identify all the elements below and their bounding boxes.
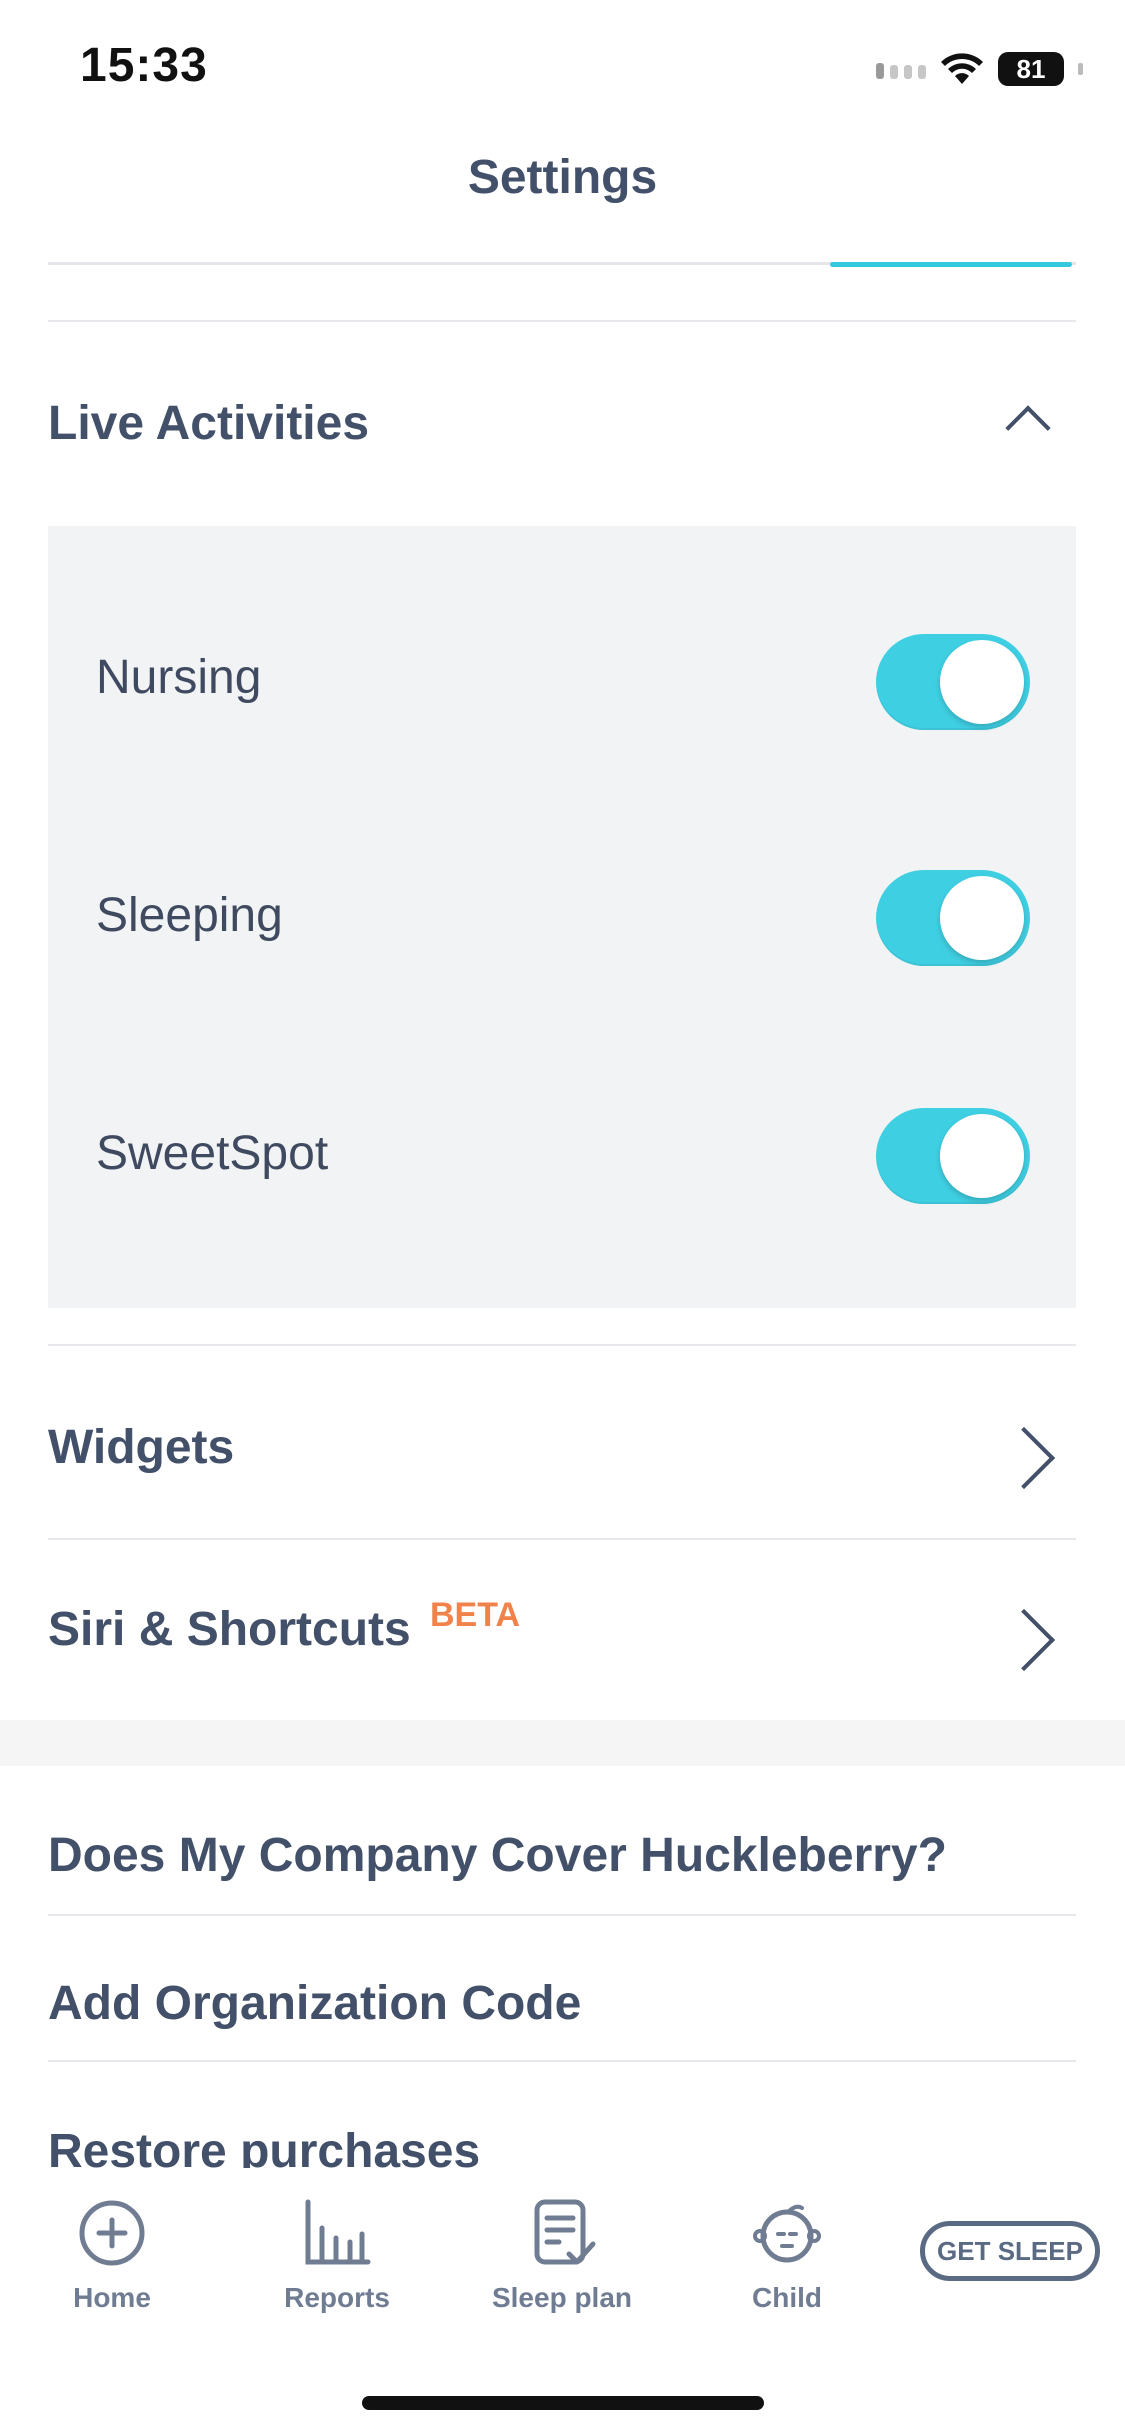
live-activity-label-sleeping: Sleeping — [96, 889, 283, 942]
tab-reports[interactable]: Reports — [227, 2198, 447, 2314]
battery-icon: 81 — [998, 52, 1064, 86]
cellular-signal-icon — [876, 59, 926, 79]
nursing-toggle[interactable] — [876, 634, 1030, 730]
get-sleep-button[interactable]: GET SLEEP — [920, 2221, 1100, 2281]
company-coverage-link[interactable]: Does My Company Cover Huckleberry? — [48, 1828, 947, 1883]
chevron-right-icon — [992, 1608, 1056, 1672]
segmented-active-indicator — [830, 262, 1072, 267]
beta-badge: BETA — [430, 1596, 521, 1634]
widgets-row[interactable]: Widgets — [0, 1346, 1125, 1538]
bar-chart-icon — [305, 2199, 371, 2265]
tab-reports-label: Reports — [284, 2282, 390, 2313]
siri-label: Siri & Shortcuts — [48, 1603, 411, 1656]
home-indicator — [362, 2396, 764, 2410]
live-activity-label-sweetspot: SweetSpot — [96, 1127, 329, 1180]
status-icons: 81 — [876, 46, 1083, 92]
chevron-up-icon[interactable] — [1005, 405, 1051, 451]
divider — [48, 2060, 1076, 2062]
divider — [48, 1914, 1076, 1916]
tab-child-label: Child — [752, 2282, 822, 2313]
tab-home-label: Home — [73, 2282, 151, 2313]
chevron-right-icon — [992, 1426, 1056, 1490]
siri-shortcuts-row[interactable]: Siri & Shortcuts BETA — [0, 1540, 1125, 1720]
clipboard-check-icon — [534, 2199, 596, 2265]
page-title: Settings — [467, 151, 658, 204]
status-time: 15:33 — [80, 39, 208, 92]
tab-child[interactable]: Child — [677, 2198, 897, 2314]
live-activity-label-nursing: Nursing — [96, 651, 262, 704]
battery-nub — [1078, 63, 1083, 75]
live-activities-title[interactable]: Live Activities — [48, 396, 369, 451]
tab-sleep-plan[interactable]: Sleep plan — [452, 2198, 672, 2314]
divider — [48, 320, 1076, 322]
live-activities-panel: Nursing Sleeping SweetSpot — [48, 526, 1076, 1308]
wifi-icon — [941, 53, 983, 84]
sleeping-toggle[interactable] — [876, 870, 1030, 966]
widgets-label: Widgets — [48, 1421, 235, 1474]
sweetspot-toggle[interactable] — [876, 1108, 1030, 1204]
baby-face-icon — [753, 2204, 821, 2263]
section-separator — [0, 1720, 1125, 1766]
tab-sleep-plan-label: Sleep plan — [491, 2282, 633, 2313]
add-organization-code-link[interactable]: Add Organization Code — [48, 1976, 581, 2031]
tab-home[interactable]: Home — [2, 2198, 222, 2314]
plus-circle-icon — [79, 2200, 145, 2266]
